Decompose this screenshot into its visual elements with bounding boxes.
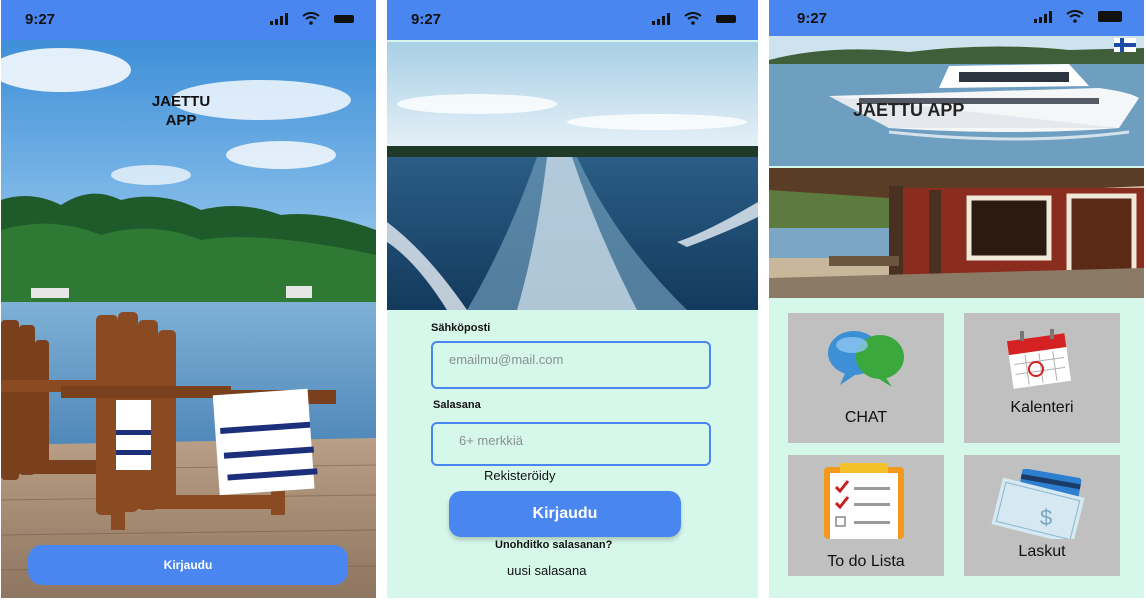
status-time: 9:27 [25,11,56,28]
calendar-label: Kalenteri [1010,399,1074,416]
password-placeholder: 6+ merkkiä [459,433,523,448]
login-screen: 9:27 Sähköposti emailmu@mail.com Salasan… [387,0,758,598]
password-field[interactable]: 6+ merkkiä [431,422,711,466]
status-bar: 9:27 [769,0,1144,36]
welcome-screen: 9:27 JAETTU APP Kirjaudu [1,0,376,598]
email-label: Sähköposti [431,322,491,334]
email-placeholder: emailmu@mail.com [449,352,564,367]
signal-icon [1034,10,1052,23]
chat-tile[interactable]: CHAT [788,313,944,443]
svg-text:$: $ [1040,505,1052,530]
todo-tile[interactable]: To do Lista [788,455,944,576]
todo-label: To do Lista [827,553,905,570]
bills-tile[interactable]: $ Laskut [964,455,1120,576]
status-time: 9:27 [797,10,828,27]
app-title: JAETTU APP [131,92,231,130]
wifi-icon [684,12,702,25]
app-title-line2: APP [165,112,197,129]
calendar-icon [1006,329,1072,389]
chat-bubbles-icon [828,331,904,387]
status-bar: 9:27 [387,0,758,40]
wifi-icon [1066,10,1084,23]
home-screen: 9:27 JAETTU APP CHAT Kalenteri To do Lis… [769,0,1144,598]
wifi-icon [302,12,320,25]
status-bar: 9:27 [1,0,376,40]
chat-label: CHAT [844,409,888,426]
signal-icon [270,12,288,25]
bills-label: Laskut [1018,543,1066,560]
login-button[interactable]: Kirjaudu [449,491,681,537]
login-button[interactable]: Kirjaudu [28,545,348,585]
status-time: 9:27 [411,11,442,28]
app-title-line1: JAETTU [151,93,211,110]
email-field[interactable]: emailmu@mail.com [431,341,711,389]
forgot-password-link[interactable]: Unohditko salasanan? [495,539,612,551]
battery-icon [334,14,354,23]
boat-wake-image [387,42,758,310]
battery-icon [1098,11,1122,22]
register-link[interactable]: Rekisteröidy [484,468,556,483]
password-label: Salasana [433,399,481,411]
calendar-tile[interactable]: Kalenteri [964,313,1120,443]
bills-icon: $ [991,469,1085,539]
cabin-porch-image [769,168,1144,298]
checklist-icon [824,463,904,539]
battery-icon [716,14,736,23]
app-title: JAETTU APP [853,100,965,120]
new-password-link[interactable]: uusi salasana [507,563,587,578]
signal-icon [652,12,670,25]
